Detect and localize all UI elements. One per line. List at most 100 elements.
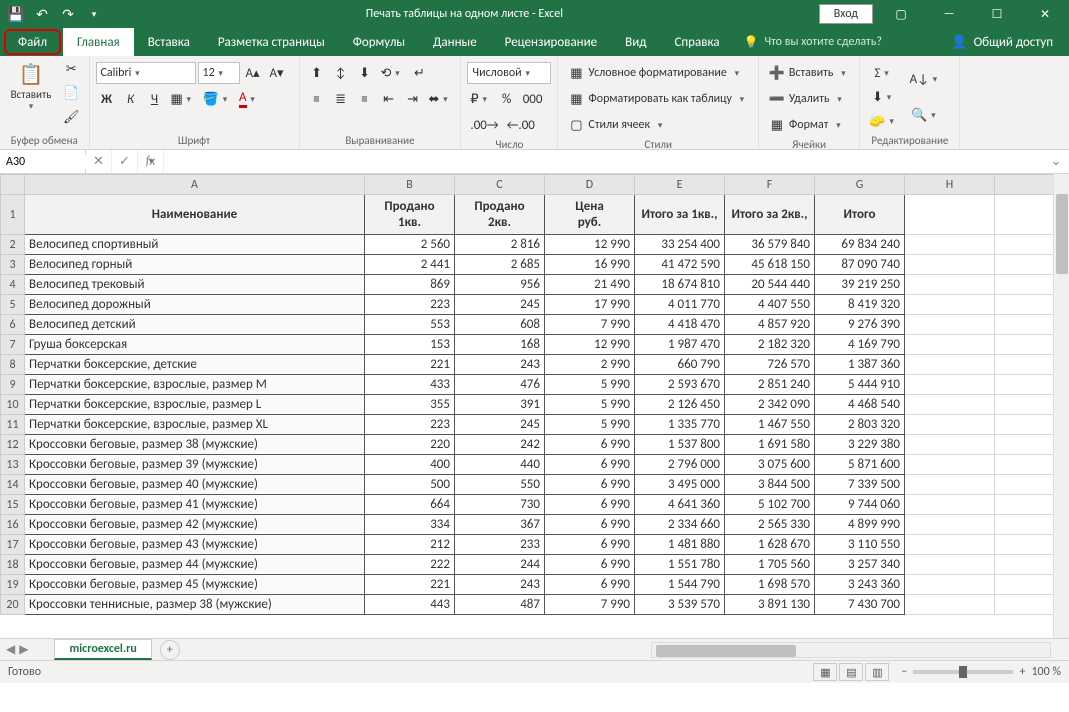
cell[interactable]: 2 334 660 <box>635 515 725 535</box>
cell[interactable]: Кроссовки беговые, размер 44 (мужские) <box>25 555 365 575</box>
cell[interactable]: 20 544 440 <box>725 275 815 295</box>
cell[interactable]: Кроссовки беговые, размер 42 (мужские) <box>25 515 365 535</box>
tab-insert[interactable]: Вставка <box>134 28 204 56</box>
cell[interactable] <box>995 275 1055 295</box>
format-cells-button[interactable]: ▦Формат ▾ <box>765 114 848 136</box>
cancel-formula-icon[interactable]: ✕ <box>86 150 112 173</box>
cell[interactable]: Перчатки боксерские, взрослые, размер L <box>25 395 365 415</box>
font-name-select[interactable]: Calibri▾ <box>96 62 196 84</box>
cell[interactable]: 153 <box>365 335 455 355</box>
increase-font-icon[interactable]: A▴ <box>242 62 264 84</box>
cell[interactable]: 4 641 360 <box>635 495 725 515</box>
cell[interactable]: 2 851 240 <box>725 375 815 395</box>
select-all-corner[interactable] <box>1 175 25 195</box>
cell[interactable]: 4 169 790 <box>815 335 905 355</box>
format-table-button[interactable]: ▦Форматировать как таблицу ▾ <box>564 88 751 110</box>
col-header[interactable]: C <box>455 175 545 195</box>
cell[interactable]: 433 <box>365 375 455 395</box>
col-header[interactable] <box>995 175 1055 195</box>
cell[interactable]: 17 990 <box>545 295 635 315</box>
cell[interactable]: Велосипед трековый <box>25 275 365 295</box>
cell[interactable] <box>905 535 995 555</box>
currency-icon[interactable]: ₽▾ <box>467 88 493 110</box>
cell[interactable]: 7 339 500 <box>815 475 905 495</box>
cell[interactable] <box>905 475 995 495</box>
border-button[interactable]: ▦▾ <box>168 88 198 110</box>
cell[interactable] <box>905 575 995 595</box>
cond-format-button[interactable]: ▦Условное форматирование ▾ <box>564 62 746 84</box>
cell[interactable]: 6 990 <box>545 475 635 495</box>
cell[interactable] <box>995 255 1055 275</box>
cell[interactable]: 18 674 810 <box>635 275 725 295</box>
cell[interactable]: Перчатки боксерские, взрослые, размер M <box>25 375 365 395</box>
row-header[interactable]: 18 <box>1 555 25 575</box>
cell[interactable]: 9 276 390 <box>815 315 905 335</box>
cell[interactable]: 355 <box>365 395 455 415</box>
cell[interactable]: 8 419 320 <box>815 295 905 315</box>
autosum-icon[interactable]: Σ▾ <box>866 62 900 84</box>
cell[interactable]: 443 <box>365 595 455 615</box>
cell[interactable]: 7 990 <box>545 315 635 335</box>
increase-decimal-icon[interactable]: .00→ <box>467 114 501 136</box>
cell[interactable]: Кроссовки беговые, размер 39 (мужские) <box>25 455 365 475</box>
copy-icon[interactable]: 📄 <box>60 82 83 104</box>
cell[interactable] <box>905 375 995 395</box>
percent-icon[interactable]: % <box>496 88 518 110</box>
cell[interactable]: 869 <box>365 275 455 295</box>
cut-icon[interactable]: ✂ <box>60 58 83 80</box>
cell[interactable]: Велосипед спортивный <box>25 235 365 255</box>
fx-icon[interactable]: fx <box>138 150 164 173</box>
cell[interactable] <box>995 575 1055 595</box>
cell[interactable] <box>905 395 995 415</box>
cell[interactable]: 3 257 340 <box>815 555 905 575</box>
align-middle-icon[interactable]: ↕ <box>330 62 352 84</box>
font-color-button[interactable]: A▾ <box>236 88 262 110</box>
cell[interactable] <box>905 455 995 475</box>
cell[interactable]: 5 990 <box>545 415 635 435</box>
decrease-indent-icon[interactable]: ⇤ <box>378 88 400 110</box>
cell[interactable]: 3 539 570 <box>635 595 725 615</box>
cell[interactable] <box>995 375 1055 395</box>
tell-me[interactable]: 💡 Что вы хотите сделать? <box>744 28 882 56</box>
table-header-cell[interactable]: Итого <box>815 195 905 235</box>
zoom-in-icon[interactable]: + <box>1019 665 1025 679</box>
cell[interactable]: 243 <box>455 355 545 375</box>
view-pagebreak-icon[interactable]: ▥ <box>865 663 889 681</box>
cell[interactable] <box>905 415 995 435</box>
row-header[interactable]: 10 <box>1 395 25 415</box>
cell[interactable]: 730 <box>455 495 545 515</box>
cell[interactable]: 243 <box>455 575 545 595</box>
cell[interactable] <box>995 395 1055 415</box>
align-right-icon[interactable]: ≡ <box>354 88 376 110</box>
cell[interactable]: 2 441 <box>365 255 455 275</box>
scrollbar-thumb[interactable] <box>1056 194 1068 274</box>
cell[interactable]: 2 796 000 <box>635 455 725 475</box>
ribbon-options-icon[interactable]: ▢ <box>881 0 921 28</box>
cell[interactable] <box>905 355 995 375</box>
cell[interactable]: 87 090 740 <box>815 255 905 275</box>
cell[interactable]: 221 <box>365 575 455 595</box>
cell[interactable]: 1 537 800 <box>635 435 725 455</box>
cell[interactable]: Велосипед детский <box>25 315 365 335</box>
cell[interactable]: 3 110 550 <box>815 535 905 555</box>
row-header[interactable]: 7 <box>1 335 25 355</box>
table-header-cell[interactable]: Наименование <box>25 195 365 235</box>
cell[interactable]: 6 990 <box>545 455 635 475</box>
row-header[interactable]: 2 <box>1 235 25 255</box>
fill-color-button[interactable]: 🪣▾ <box>200 88 234 110</box>
cell[interactable]: 1 691 580 <box>725 435 815 455</box>
cell[interactable]: 6 990 <box>545 535 635 555</box>
sheet-tab-active[interactable]: microexcel.ru <box>54 639 151 660</box>
maximize-icon[interactable]: ☐ <box>977 0 1017 28</box>
insert-cells-button[interactable]: ➕Вставить ▾ <box>765 62 854 84</box>
cell[interactable] <box>905 255 995 275</box>
cell[interactable]: 4 011 770 <box>635 295 725 315</box>
close-icon[interactable]: ✕ <box>1025 0 1065 28</box>
orientation-icon[interactable]: ⟲▾ <box>378 62 407 84</box>
row-header[interactable]: 4 <box>1 275 25 295</box>
zoom-out-icon[interactable]: − <box>901 665 907 679</box>
tab-formulas[interactable]: Формулы <box>339 28 419 56</box>
cell[interactable]: 608 <box>455 315 545 335</box>
row-header[interactable]: 13 <box>1 455 25 475</box>
row-header[interactable]: 20 <box>1 595 25 615</box>
